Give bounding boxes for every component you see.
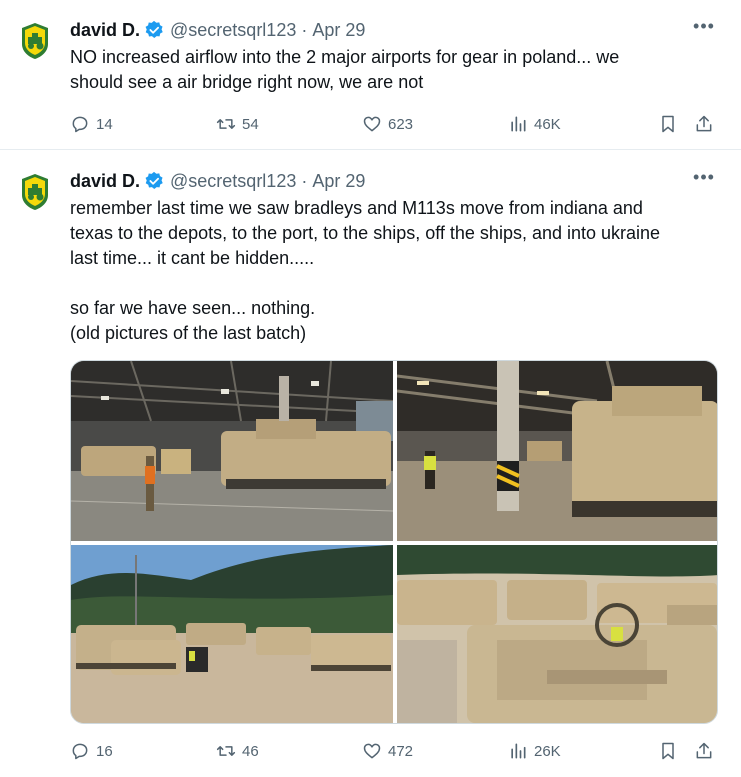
tweet-header: david D. @secretsqrl123 · Apr 29	[70, 18, 365, 42]
bookmark-button[interactable]	[658, 739, 678, 763]
analytics-icon	[511, 116, 526, 132]
bookmark-icon	[662, 115, 674, 133]
media-grid	[70, 360, 718, 724]
avatar[interactable]	[20, 22, 50, 60]
photo-bradley-ship-deck[interactable]	[397, 361, 717, 541]
retweet-icon	[216, 746, 236, 756]
like-count: 472	[388, 742, 414, 760]
reply-button[interactable]: 16	[70, 739, 113, 763]
bookmark-button[interactable]	[658, 112, 678, 136]
author-name[interactable]: david D.	[70, 20, 140, 41]
more-horizontal-icon[interactable]: •••	[693, 168, 715, 191]
verified-badge-icon	[145, 171, 163, 189]
views-count: 46K	[534, 115, 561, 133]
author-handle[interactable]: @secretsqrl123	[170, 20, 296, 41]
tweet[interactable]: david D. @secretsqrl123 · Apr 29 ••• rem…	[0, 151, 741, 777]
tweet-date[interactable]: Apr 29	[312, 171, 365, 192]
share-icon	[696, 115, 712, 132]
more-horizontal-icon[interactable]: •••	[693, 17, 715, 40]
tweet-date[interactable]: Apr 29	[312, 20, 365, 41]
views-button[interactable]: 46K	[508, 112, 561, 136]
tweet-header: david D. @secretsqrl123 · Apr 29	[70, 169, 365, 193]
share-button[interactable]	[694, 112, 714, 136]
retweet-button[interactable]: 46	[216, 739, 259, 763]
like-button[interactable]: 472	[362, 739, 413, 763]
tweet-text: remember last time we saw bradleys and M…	[70, 198, 661, 343]
reply-count: 16	[96, 742, 113, 760]
verified-badge-icon	[145, 20, 163, 38]
reply-icon	[72, 116, 88, 133]
tweet-actions: 14 54 623 46K	[70, 112, 720, 136]
retweet-count: 54	[242, 115, 259, 133]
share-icon	[696, 742, 712, 759]
tweet[interactable]: david D. @secretsqrl123 · Apr 29 ••• NO …	[0, 0, 741, 150]
photo-bradleys-ship-hold[interactable]	[71, 361, 393, 541]
bookmark-icon	[662, 742, 674, 760]
retweet-icon	[216, 119, 236, 129]
heart-icon	[363, 116, 381, 132]
separator: ·	[301, 170, 308, 191]
photo-vehicles-forest-lot[interactable]	[71, 545, 393, 723]
tweet-actions: 16 46 472 26K	[70, 739, 720, 763]
author-handle[interactable]: @secretsqrl123	[170, 171, 296, 192]
views-count: 26K	[534, 742, 561, 760]
views-button[interactable]: 26K	[508, 739, 561, 763]
separator: ·	[301, 19, 308, 40]
share-button[interactable]	[694, 739, 714, 763]
tweet-text: NO increased airflow into the 2 major ai…	[70, 47, 620, 92]
like-count: 623	[388, 115, 414, 133]
like-button[interactable]: 623	[362, 112, 413, 136]
reply-button[interactable]: 14	[70, 112, 113, 136]
retweet-button[interactable]: 54	[216, 112, 259, 136]
reply-icon	[72, 743, 88, 760]
avatar[interactable]	[20, 173, 50, 211]
analytics-icon	[511, 743, 526, 759]
author-name[interactable]: david D.	[70, 171, 140, 192]
photo-vehicles-rows-aerial[interactable]	[397, 545, 717, 723]
reply-count: 14	[96, 115, 113, 133]
retweet-count: 46	[242, 742, 259, 760]
heart-icon	[363, 743, 381, 759]
